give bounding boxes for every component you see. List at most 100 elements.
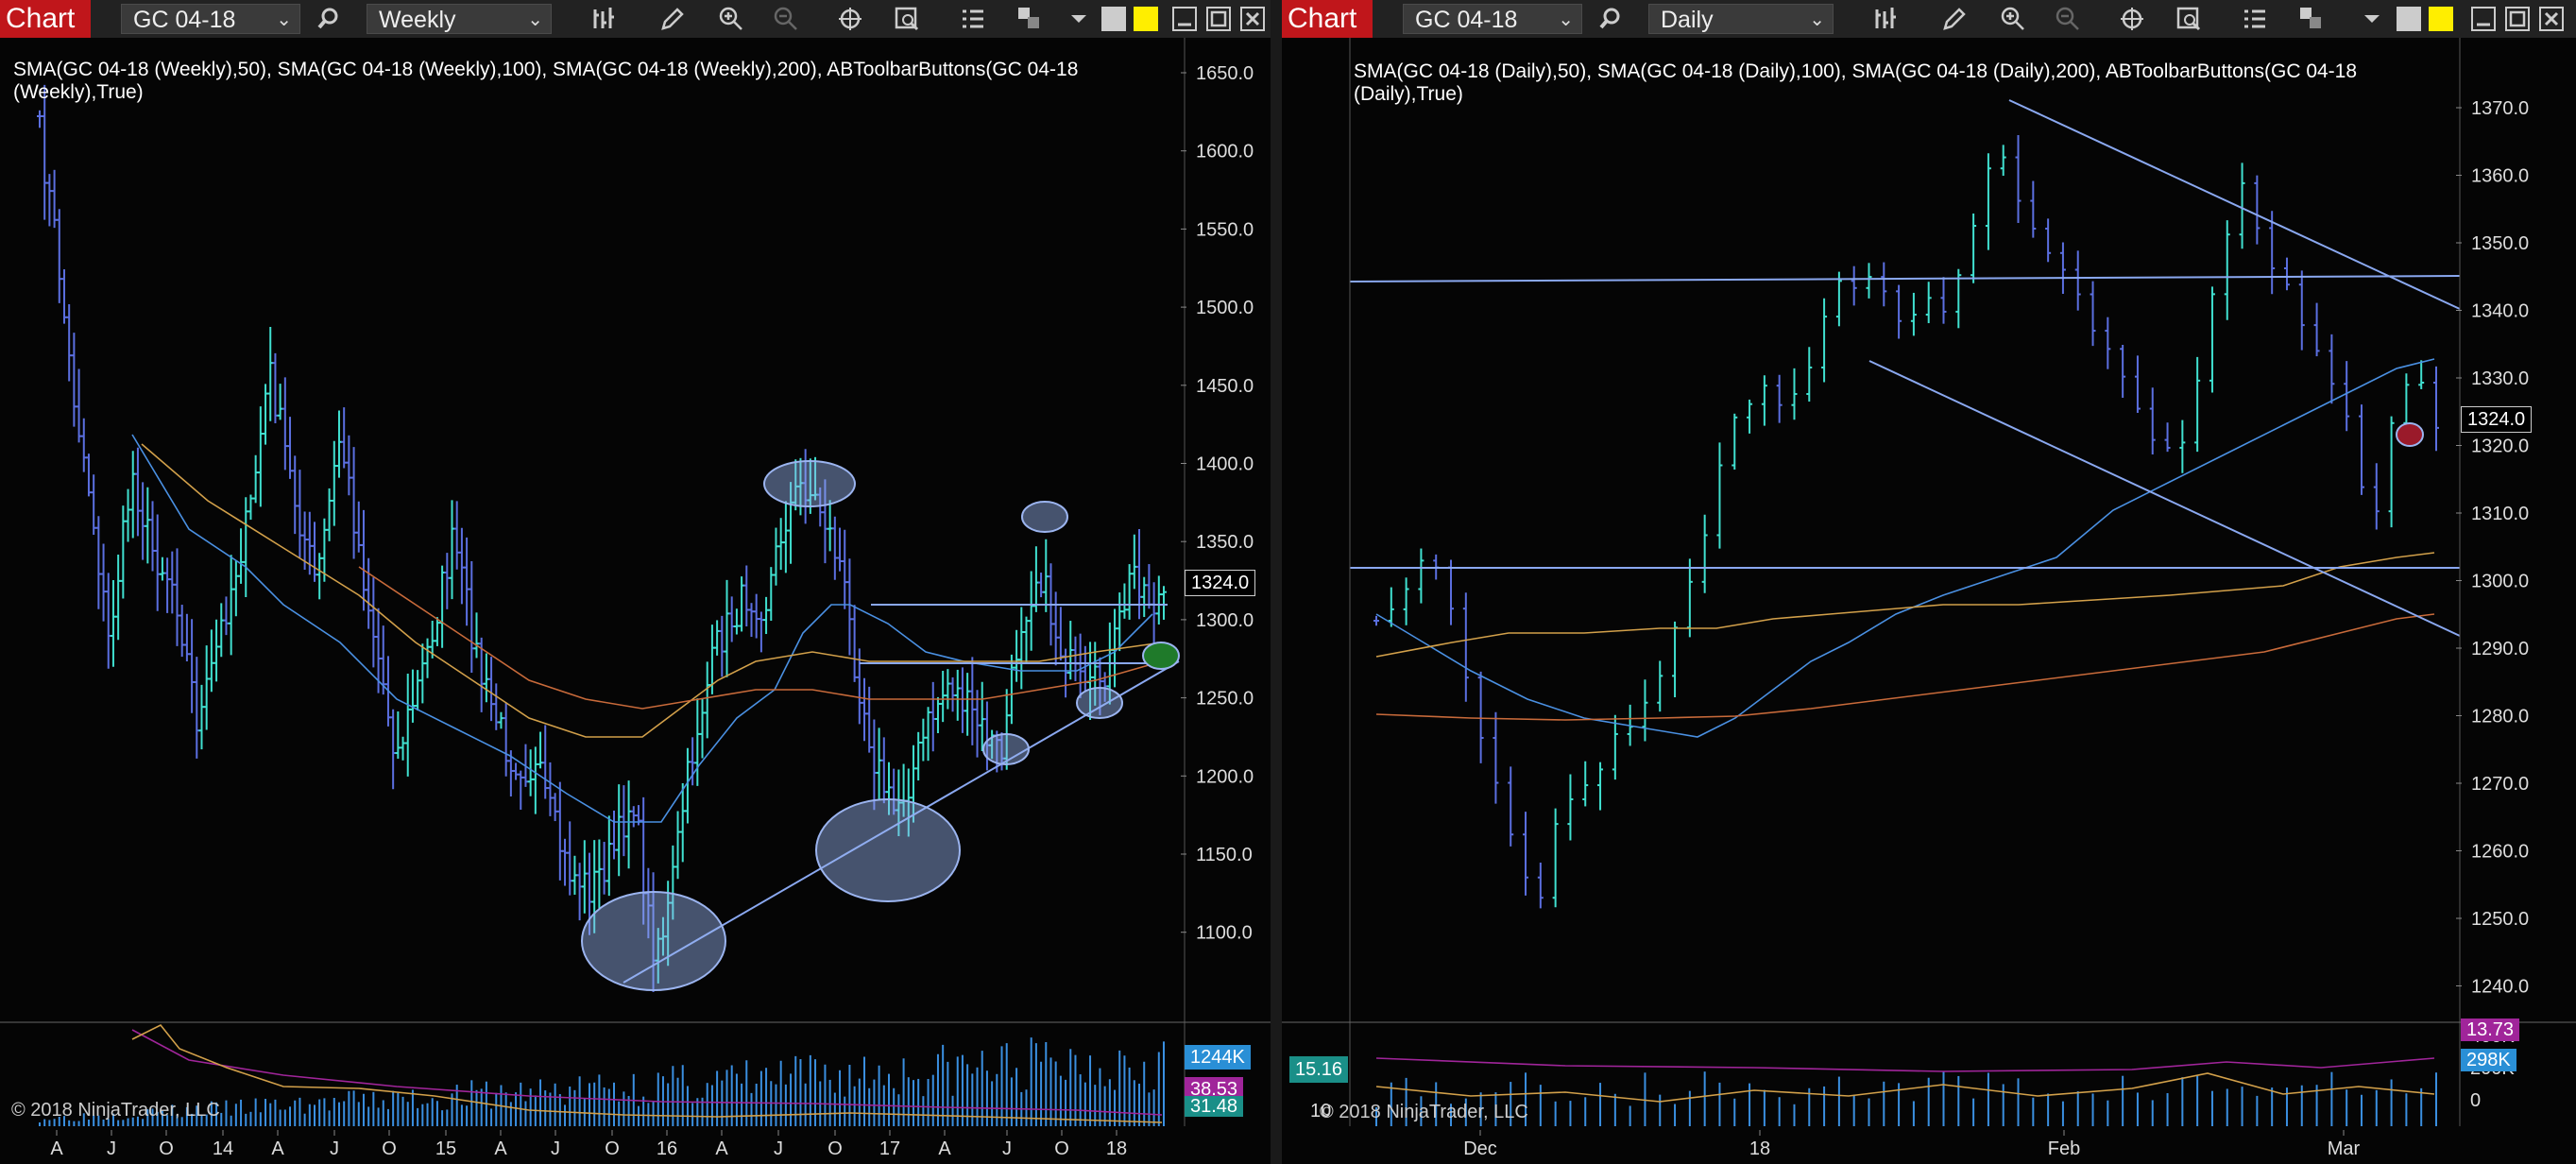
time-axis-label: 15 bbox=[435, 1138, 456, 1159]
indicator-label: SMA(GC 04-18 (Weekly),50), SMA(GC 04-18 … bbox=[13, 59, 1079, 103]
color-swatch-grey[interactable] bbox=[1101, 7, 1126, 31]
price-axis-label: 1250.0 bbox=[1196, 689, 1254, 710]
time-axis-label: 14 bbox=[213, 1138, 233, 1159]
price-axis-label: 1320.0 bbox=[2471, 436, 2529, 457]
indicator-tag: 13.73 bbox=[2461, 1018, 2520, 1041]
dropdown-icon[interactable] bbox=[1066, 6, 1092, 32]
ellipse-marker[interactable] bbox=[1142, 642, 1180, 670]
time-axis-label: O bbox=[1054, 1138, 1069, 1159]
time-axis-label: 16 bbox=[657, 1138, 677, 1159]
time-axis-label: A bbox=[271, 1138, 284, 1159]
close-icon[interactable] bbox=[1239, 6, 1266, 32]
volume-tag: 298K bbox=[2461, 1049, 2516, 1071]
search-icon[interactable] bbox=[316, 6, 342, 32]
price-chart-daily[interactable]: 1370.0 1360.0 1350.0 1340.0 1330.0 1320.0 1310… bbox=[1282, 38, 2576, 1164]
price-axis-label: 1310.0 bbox=[2471, 504, 2529, 524]
zoom-in-icon[interactable] bbox=[2000, 6, 2026, 32]
price-axis-label: 1330.0 bbox=[2471, 368, 2529, 389]
indicator-tag: 31.48 bbox=[1185, 1096, 1244, 1117]
color-swatch-grey[interactable] bbox=[2397, 7, 2421, 31]
time-axis-label: 18 bbox=[1106, 1138, 1127, 1159]
color-swatch-yellow[interactable] bbox=[1134, 7, 1158, 31]
ellipse-marker[interactable] bbox=[763, 460, 856, 507]
ellipse-marker[interactable] bbox=[1076, 687, 1123, 719]
time-axis-label: O bbox=[159, 1138, 174, 1159]
time-axis-label: J bbox=[1002, 1138, 1012, 1159]
properties-icon[interactable] bbox=[2242, 6, 2268, 32]
time-axis-label: J bbox=[774, 1138, 783, 1159]
ellipse-marker[interactable] bbox=[581, 891, 726, 991]
price-axis-label: 1300.0 bbox=[1196, 610, 1254, 631]
chart-toolbar: Chart GC 04-18 ⌄ Weekly ⌄ bbox=[0, 0, 1271, 39]
price-chart-weekly[interactable]: 1650.0 1600.0 1550.0 1500.0 1450.0 1400.0 1350… bbox=[0, 38, 1271, 1164]
price-axis-label: 1600.0 bbox=[1196, 142, 1254, 163]
ellipse-marker[interactable] bbox=[1021, 501, 1068, 533]
chevron-down-icon: ⌄ bbox=[527, 9, 543, 30]
price-axis-label: 1150.0 bbox=[1196, 845, 1253, 865]
instrument-value: GC 04-18 bbox=[1415, 7, 1518, 33]
time-axis-label: A bbox=[50, 1138, 63, 1159]
period-value: Weekly bbox=[379, 7, 456, 33]
chart-window-weekly: Chart GC 04-18 ⌄ Weekly ⌄ 1650.0 1600.0 … bbox=[0, 0, 1271, 1164]
crosshair-icon[interactable] bbox=[2119, 6, 2145, 32]
time-axis-label: O bbox=[605, 1138, 620, 1159]
crosshair-icon[interactable] bbox=[837, 6, 863, 32]
price-axis-label: 1450.0 bbox=[1196, 376, 1254, 397]
app-title: Chart bbox=[0, 0, 91, 38]
price-axis-label: 1280.0 bbox=[2471, 707, 2529, 728]
templates-icon[interactable] bbox=[1016, 6, 1043, 32]
bars-type-icon[interactable] bbox=[1873, 6, 1900, 32]
time-axis-label: O bbox=[382, 1138, 397, 1159]
time-axis-label: J bbox=[107, 1138, 116, 1159]
price-axis-label: 1550.0 bbox=[1196, 219, 1254, 240]
price-axis-label: 1270.0 bbox=[2471, 774, 2529, 795]
zoom-out-icon[interactable] bbox=[2055, 6, 2081, 32]
instrument-selector[interactable]: GC 04-18 ⌄ bbox=[1403, 4, 1582, 34]
data-box-icon[interactable] bbox=[894, 6, 920, 32]
color-swatch-yellow[interactable] bbox=[2429, 7, 2453, 31]
ellipse-marker[interactable] bbox=[982, 733, 1030, 765]
ellipse-marker[interactable] bbox=[2396, 422, 2424, 447]
minimize-icon[interactable] bbox=[1171, 6, 1198, 32]
volume-axis-label: 0 bbox=[2470, 1090, 2481, 1111]
price-axis-label: 1370.0 bbox=[2471, 98, 2529, 119]
price-axis-label: 1250.0 bbox=[2471, 909, 2529, 930]
price-axis-label: 1350.0 bbox=[2471, 233, 2529, 254]
price-axis-label: 1650.0 bbox=[1196, 63, 1254, 84]
price-axis-label: 1240.0 bbox=[2471, 977, 2529, 998]
pencil-icon[interactable] bbox=[1941, 6, 1968, 32]
minimize-icon[interactable] bbox=[2470, 6, 2497, 32]
close-icon[interactable] bbox=[2538, 6, 2565, 32]
bars-type-icon[interactable] bbox=[591, 6, 618, 32]
period-selector[interactable]: Daily ⌄ bbox=[1648, 4, 1834, 34]
properties-icon[interactable] bbox=[960, 6, 986, 32]
templates-icon[interactable] bbox=[2298, 6, 2325, 32]
zoom-out-icon[interactable] bbox=[773, 6, 799, 32]
search-icon[interactable] bbox=[1597, 6, 1624, 32]
time-axis-label: J bbox=[551, 1138, 560, 1159]
instrument-selector[interactable]: GC 04-18 ⌄ bbox=[121, 4, 300, 34]
copyright: © 2018 NinjaTrader, LLC bbox=[1320, 1102, 1528, 1122]
price-axis-label: 1340.0 bbox=[2471, 301, 2529, 322]
chart-toolbar: Chart GC 04-18 ⌄ Daily ⌄ bbox=[1282, 0, 2576, 39]
volume-tag: 1244K bbox=[1185, 1045, 1251, 1070]
dropdown-icon[interactable] bbox=[2359, 6, 2385, 32]
chevron-down-icon: ⌄ bbox=[1809, 9, 1825, 30]
zoom-in-icon[interactable] bbox=[718, 6, 744, 32]
maximize-icon[interactable] bbox=[1205, 6, 1232, 32]
price-axis-label: 1400.0 bbox=[1196, 454, 1254, 475]
ellipse-marker[interactable] bbox=[815, 798, 961, 902]
price-axis-label: 1200.0 bbox=[1196, 766, 1254, 787]
period-value: Daily bbox=[1661, 7, 1714, 33]
pencil-icon[interactable] bbox=[659, 6, 686, 32]
maximize-icon[interactable] bbox=[2504, 6, 2531, 32]
price-axis-label: 1290.0 bbox=[2471, 639, 2529, 659]
indicator-tag: 15.16 bbox=[1289, 1056, 1349, 1083]
indicator-label: SMA(GC 04-18 (Daily),50), SMA(GC 04-18 (… bbox=[1354, 60, 2358, 105]
price-axis-label: 1360.0 bbox=[2471, 166, 2529, 187]
time-axis-label: A bbox=[494, 1138, 507, 1159]
period-selector[interactable]: Weekly ⌄ bbox=[367, 4, 552, 34]
price-axis-label: 1100.0 bbox=[1196, 923, 1253, 944]
time-axis-label: Dec bbox=[1463, 1138, 1497, 1159]
data-box-icon[interactable] bbox=[2175, 6, 2202, 32]
